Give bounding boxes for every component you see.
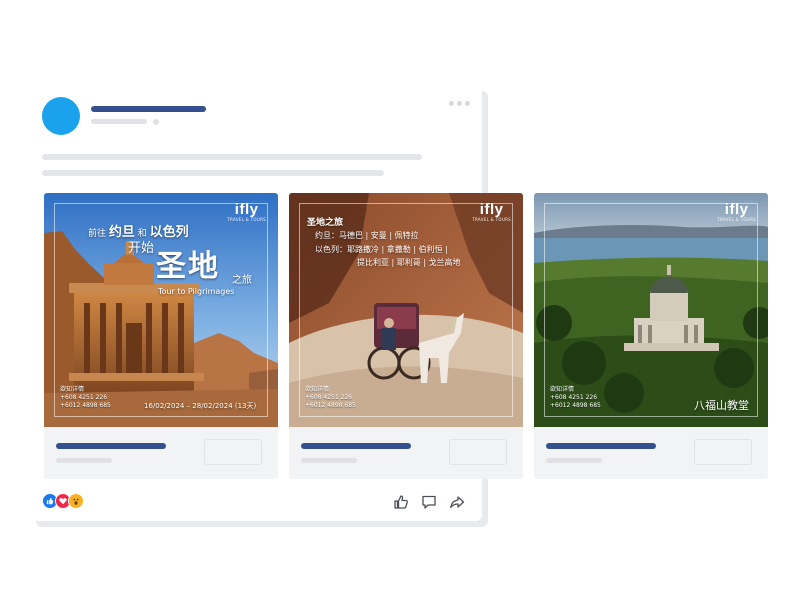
post-text-placeholder-line (42, 170, 384, 176)
card-image-beatitudes-church[interactable]: ifly TRAVEL & TOURS 欲知详情 +608 4251 226 +… (534, 193, 768, 427)
headline-suffix: 之旅 (232, 275, 252, 286)
more-options-icon[interactable] (449, 101, 470, 106)
card-title-placeholder (56, 443, 166, 449)
card-title-placeholder (301, 443, 411, 449)
share-button[interactable] (449, 494, 465, 514)
like-button[interactable] (393, 494, 409, 514)
card-subtitle-placeholder (301, 458, 357, 463)
carousel-card-3[interactable]: ifly TRAVEL & TOURS 欲知详情 +608 4251 226 +… (534, 193, 768, 479)
card-cta-button[interactable] (694, 439, 752, 465)
share-icon (450, 496, 465, 509)
card-subtitle-placeholder (56, 458, 112, 463)
card-title: 圣地之旅 (307, 218, 344, 228)
ifly-logo: ifly TRAVEL & TOURS (227, 201, 266, 222)
carousel-card-1[interactable]: ifly TRAVEL & TOURS 前往 约旦 和 以色列 开始 圣地 之旅… (44, 193, 278, 479)
contact-info: 欲知详情 +608 4251 226 +6012 4898 685 (305, 386, 356, 409)
author-name-placeholder[interactable] (91, 106, 206, 112)
card-image-petra-carriage[interactable]: ifly TRAVEL & TOURS 圣地之旅 约旦：马德巴 | 安曼 | 佩… (289, 193, 523, 427)
itinerary-line1: 约旦：马德巴 | 安曼 | 佩特拉 (315, 231, 419, 240)
card-cta-button[interactable] (204, 439, 262, 465)
wow-reaction-icon (68, 493, 84, 509)
post-time-placeholder (91, 119, 147, 124)
comment-icon (422, 495, 436, 509)
avatar[interactable] (42, 97, 80, 135)
comment-button[interactable] (421, 494, 437, 514)
ifly-logo: ifly TRAVEL & TOURS (472, 201, 511, 222)
image-frame (544, 203, 758, 417)
card-subtitle-placeholder (546, 458, 602, 463)
contact-info: 欲知详情 +608 4251 226 +6012 4898 685 (550, 386, 601, 409)
card-title-placeholder (546, 443, 656, 449)
privacy-dot (153, 119, 159, 125)
tour-dates: 16/02/2024 – 28/02/2024 (13天) (144, 402, 257, 410)
card-image-petra[interactable]: ifly TRAVEL & TOURS 前往 约旦 和 以色列 开始 圣地 之旅… (44, 193, 278, 427)
contact-info: 欲知详情 +608 4251 226 +6012 4898 685 (60, 386, 111, 409)
itinerary-line2: 以色列：耶路撒冷 | 拿撒勒 | 伯利恒 | (315, 245, 448, 254)
itinerary-line3: 提比利亚 | 耶利哥 | 戈兰高地 (357, 258, 461, 267)
ifly-logo: ifly TRAVEL & TOURS (717, 201, 756, 222)
thumbs-up-icon (394, 495, 408, 509)
headline-subtitle: Tour to Pilgrimages (158, 287, 235, 296)
card-cta-button[interactable] (449, 439, 507, 465)
headline-line2: 开始 (128, 241, 155, 256)
post-text-placeholder-line (42, 154, 422, 160)
place-name: 八福山教堂 (694, 399, 749, 412)
carousel-card-2[interactable]: ifly TRAVEL & TOURS 圣地之旅 约旦：马德巴 | 安曼 | 佩… (289, 193, 523, 479)
reaction-summary[interactable] (42, 493, 84, 509)
headline-main: 圣地 (156, 249, 220, 284)
